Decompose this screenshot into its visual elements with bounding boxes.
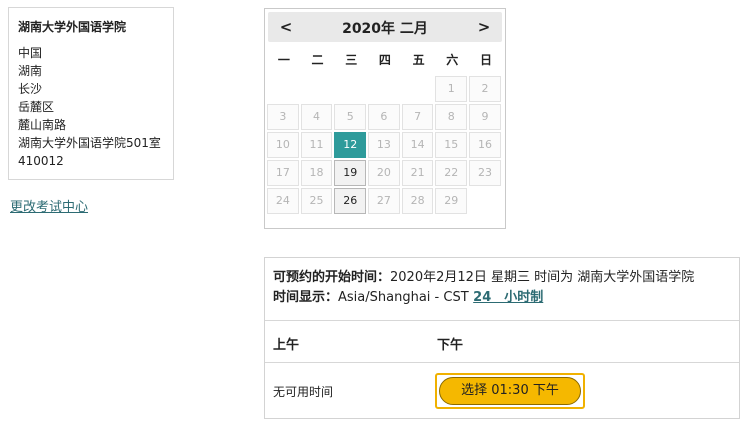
- calendar-blank-cell: [267, 76, 299, 102]
- calendar-day[interactable]: 19: [334, 160, 367, 186]
- calendar-day: 9: [469, 104, 501, 130]
- timezone-line: 时间显示：Asia/Shanghai - CST 24 小时制: [273, 288, 733, 308]
- address-line-city: 长沙: [18, 82, 43, 96]
- calendar-day: 21: [401, 160, 434, 186]
- calendar-day-selected[interactable]: 12: [334, 132, 367, 158]
- calendar-day: 14: [401, 132, 434, 158]
- appointment-page: 湖南大学外国语学院 中国 湖南 长沙 岳麓区 麓山南路 湖南大学外国语学院501…: [0, 0, 750, 438]
- calendar-day: 3: [267, 104, 299, 130]
- weekday-sat: 六: [446, 53, 459, 67]
- calendar-day: 16: [469, 132, 501, 158]
- calendar-day: 7: [401, 104, 434, 130]
- slot-button-focus-ring: 选择 01:30 下午: [435, 373, 585, 409]
- calendar-day: 22: [435, 160, 468, 186]
- calendar-blank-cell: [368, 76, 400, 102]
- weekday-tue: 二: [311, 53, 324, 67]
- calendar-day: 5: [334, 104, 367, 130]
- calendar-day: 25: [300, 188, 333, 214]
- calendar-day: 2: [469, 76, 501, 102]
- test-center-address-card: 湖南大学外国语学院 中国 湖南 长沙 岳麓区 麓山南路 湖南大学外国语学院501…: [8, 7, 174, 180]
- divider: [265, 320, 739, 321]
- calendar-day: 13: [368, 132, 400, 158]
- time-format-toggle-link[interactable]: 24 小时制: [473, 290, 543, 305]
- calendar-day: 6: [368, 104, 400, 130]
- change-test-center-link[interactable]: 更改考试中心: [10, 196, 88, 215]
- am-column-header: 上午: [273, 338, 300, 353]
- calendar-header: < 2020年 二月 >: [268, 12, 502, 42]
- divider: [265, 362, 739, 363]
- address-line-street: 麓山南路: [18, 118, 67, 132]
- start-time-label: 可预约的开始时间：: [273, 270, 391, 285]
- address-line-room: 湖南大学外国语学院501室: [18, 136, 161, 150]
- calendar-day: 28: [401, 188, 434, 214]
- weekday-mon: 一: [277, 53, 290, 67]
- calendar-blank-cell: [334, 76, 366, 102]
- calendar-day: 23: [469, 160, 501, 186]
- next-month-button[interactable]: >: [474, 17, 494, 37]
- start-time-value: 2020年2月12日 星期三 时间为 湖南大学外国语学院: [390, 270, 695, 285]
- address-line-province: 湖南: [18, 64, 43, 78]
- calendar-day: 11: [300, 132, 333, 158]
- test-center-name: 湖南大学外国语学院: [18, 20, 127, 34]
- weekday-sun: 日: [479, 53, 492, 67]
- calendar-day: 29: [435, 188, 468, 214]
- address-line-postcode: 410012: [18, 154, 64, 168]
- calendar-day: 15: [435, 132, 468, 158]
- calendar-day: 1: [435, 76, 468, 102]
- calendar-day-grid: 1 2 3 4 5 6 7 8 9 10 11 12 13 14 15 16 17 18 19 20 21 22 23 24 2…: [267, 76, 503, 214]
- start-time-line: 可预约的开始时间：2020年2月12日 星期三 时间为 湖南大学外国语学院: [273, 268, 733, 288]
- weekday-fri: 五: [412, 53, 425, 67]
- pm-column-header: 下午: [437, 338, 464, 353]
- calendar-day[interactable]: 26: [334, 188, 367, 214]
- calendar-day: 18: [300, 160, 333, 186]
- select-time-slot-button[interactable]: 选择 01:30 下午: [439, 377, 581, 405]
- calendar-day: 10: [267, 132, 299, 158]
- slot-info: 可预约的开始时间：2020年2月12日 星期三 时间为 湖南大学外国语学院 时间…: [273, 268, 733, 308]
- calendar-month-title: 2020年 二月: [342, 21, 428, 37]
- calendar-day: 20: [368, 160, 400, 186]
- time-slot-panel: 可预约的开始时间：2020年2月12日 星期三 时间为 湖南大学外国语学院 时间…: [264, 257, 740, 419]
- address-line-country: 中国: [18, 46, 43, 60]
- weekday-thu: 四: [378, 53, 391, 67]
- calendar-day: 27: [368, 188, 400, 214]
- calendar-day: 8: [435, 104, 468, 130]
- timezone-value: Asia/Shanghai - CST: [338, 290, 469, 305]
- calendar-day: 4: [300, 104, 333, 130]
- calendar-day: 17: [267, 160, 299, 186]
- address-line-district: 岳麓区: [18, 100, 55, 114]
- calendar-day: 24: [267, 188, 299, 214]
- am-no-available-time: 无可用时间: [273, 385, 334, 399]
- calendar-blank-cell: [402, 76, 434, 102]
- calendar-blank-cell: [301, 76, 333, 102]
- calendar-weekday-row: 一 二 三 四 五 六 日: [267, 51, 503, 68]
- weekday-wed: 三: [345, 53, 358, 67]
- date-picker-calendar: < 2020年 二月 > 一 二 三 四 五 六 日 1 2 3 4 5 6 7 8 9 10 11…: [264, 8, 506, 229]
- timezone-label: 时间显示：: [273, 290, 339, 305]
